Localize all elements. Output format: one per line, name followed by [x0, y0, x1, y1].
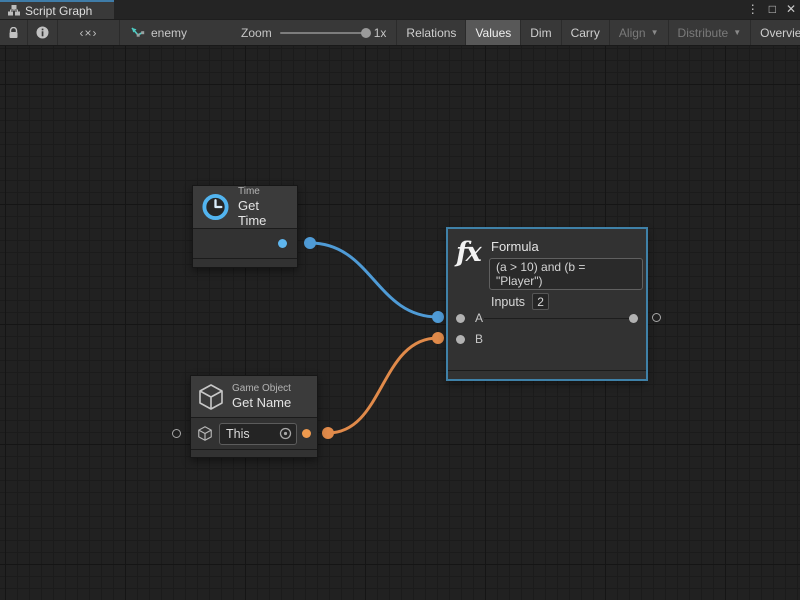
close-icon[interactable]: ✕: [786, 0, 796, 19]
window-menu-icon[interactable]: ⋮: [747, 0, 759, 19]
node-category: Time: [238, 186, 289, 198]
overview-button[interactable]: Overview: [751, 20, 800, 45]
get-name-target-input-ring[interactable]: [172, 429, 181, 438]
formula-fx-icon: fx: [456, 237, 480, 268]
formula-footer: [448, 370, 646, 379]
align-dropdown[interactable]: Align ▼: [610, 20, 669, 45]
chevron-down-icon: ▼: [733, 28, 741, 37]
zoom-slider[interactable]: [280, 32, 366, 34]
get-time-footer: [193, 258, 297, 266]
edit-code-button[interactable]: ‹×›: [58, 20, 120, 45]
expression-line-1: (a > 10) and (b =: [496, 260, 636, 274]
formula-input-port-b[interactable]: [456, 335, 465, 344]
graph-toolbar: ‹×› enemy Zoom 1x Relations Values Dim C…: [0, 19, 800, 46]
formula-expression-input[interactable]: (a > 10) and (b = "Player"): [489, 258, 643, 290]
graph-canvas[interactable]: Time Get Time fx Formula (a > 10) and (b…: [0, 46, 800, 600]
zoom-slider-handle[interactable]: [361, 28, 371, 38]
get-time-header: Time Get Time: [193, 186, 297, 229]
node-title: Formula: [491, 239, 539, 254]
distribute-label: Distribute: [678, 26, 729, 40]
formula-inputs-row: Inputs 2: [491, 293, 549, 310]
wire-endpoint-blue-end: [432, 311, 444, 323]
graph-breadcrumb[interactable]: enemy: [120, 20, 197, 45]
node-title: Get Time: [238, 198, 289, 228]
connections-layer: [0, 46, 800, 600]
tab-script-graph[interactable]: Script Graph: [0, 0, 114, 19]
zoom-label: Zoom: [241, 26, 272, 40]
info-button[interactable]: [28, 20, 58, 45]
formula-input-port-a[interactable]: [456, 314, 465, 323]
target-value: This: [226, 427, 250, 441]
clock-icon: [201, 192, 230, 222]
tab-title: Script Graph: [25, 4, 92, 18]
object-picker-icon[interactable]: [279, 427, 292, 440]
get-name-output-port[interactable]: [302, 429, 311, 438]
target-object-field[interactable]: This: [219, 423, 297, 445]
game-object-mini-cube-icon: [197, 425, 213, 442]
get-name-body: This: [191, 418, 317, 449]
node-category: Game Object: [232, 383, 291, 395]
relations-toggle[interactable]: Relations: [397, 20, 466, 45]
code-icon: ‹×›: [80, 26, 98, 40]
formula-output-ring[interactable]: [652, 313, 661, 322]
node-formula[interactable]: fx Formula (a > 10) and (b = "Player") I…: [447, 228, 647, 380]
inputs-label: Inputs: [491, 295, 525, 309]
tab-bar: Script Graph ⋮ □ ✕: [0, 0, 800, 19]
info-icon: [36, 26, 49, 39]
distribute-dropdown[interactable]: Distribute ▼: [669, 20, 752, 45]
get-name-footer: [191, 449, 317, 457]
port-a-label: A: [475, 311, 483, 325]
align-label: Align: [619, 26, 646, 40]
lock-icon: [8, 27, 19, 39]
get-time-body: [193, 229, 297, 258]
maximize-icon[interactable]: □: [769, 0, 776, 19]
expression-line-2: "Player"): [496, 274, 636, 288]
graph-hierarchy-icon: [8, 5, 20, 16]
chevron-down-icon: ▼: [651, 28, 659, 37]
formula-output-port[interactable]: [629, 314, 638, 323]
wire-endpoint-orange-end: [432, 332, 444, 344]
wire-getname-to-formula-b[interactable]: [328, 338, 438, 433]
wire-gettime-to-formula-a[interactable]: [310, 243, 438, 317]
relation-line-a-to-output: [484, 318, 634, 319]
graph-asset-icon: [130, 26, 145, 40]
zoom-value: 1x: [374, 26, 387, 40]
script-graph-window: Script Graph ⋮ □ ✕ ‹×› enemy Zoom 1x Rel…: [0, 0, 800, 600]
wire-endpoint-blue-start: [304, 237, 316, 249]
node-get-name[interactable]: Game Object Get Name This: [190, 375, 318, 458]
dim-toggle[interactable]: Dim: [521, 20, 561, 45]
values-toggle[interactable]: Values: [466, 20, 521, 45]
game-object-cube-icon: [197, 382, 225, 412]
zoom-control: Zoom 1x: [197, 20, 397, 45]
inputs-count-field[interactable]: 2: [532, 293, 549, 310]
graph-name: enemy: [151, 26, 187, 40]
wire-endpoint-orange-start: [322, 427, 334, 439]
window-controls: ⋮ □ ✕: [747, 0, 796, 19]
carry-toggle[interactable]: Carry: [562, 20, 610, 45]
port-b-label: B: [475, 332, 483, 346]
lock-button[interactable]: [0, 20, 28, 45]
node-get-time[interactable]: Time Get Time: [192, 185, 298, 268]
get-name-header: Game Object Get Name: [191, 376, 317, 418]
get-time-output-port[interactable]: [278, 239, 287, 248]
node-title: Get Name: [232, 395, 291, 410]
